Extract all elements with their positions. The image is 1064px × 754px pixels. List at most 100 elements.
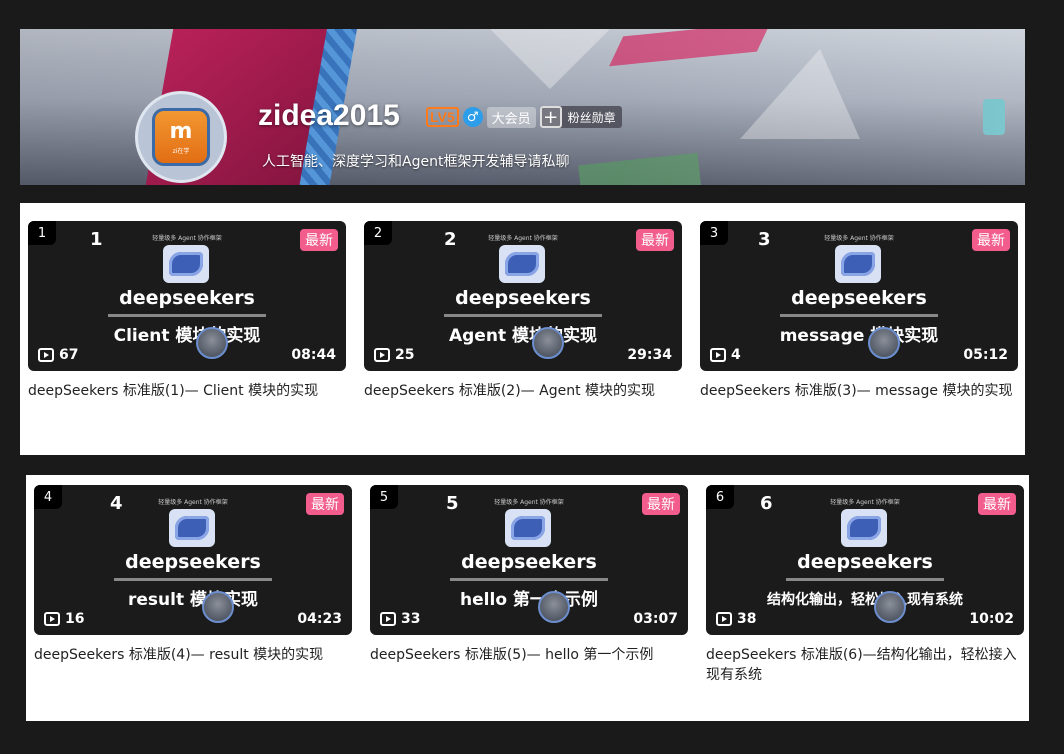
- thumb-caption: 轻量级多 Agent 协作框架: [824, 235, 894, 242]
- thumb-divider: [450, 578, 608, 581]
- video-title[interactable]: deepSeekers 标准版(2)— Agent 模块的实现: [364, 381, 682, 401]
- video-card[interactable]: 6 6 轻量级多 Agent 协作框架 最新 deepseekers 结构化输出…: [706, 485, 1024, 685]
- thumb-brand: deepseekers: [125, 551, 261, 573]
- new-badge: 最新: [306, 493, 344, 515]
- thumb-caption: 轻量级多 Agent 协作框架: [830, 499, 900, 506]
- avatar-caption: zi在学: [172, 147, 190, 155]
- video-duration: 29:34: [627, 347, 672, 363]
- video-thumbnail[interactable]: 4 4 轻量级多 Agent 协作框架 最新 deepseekers resul…: [34, 485, 352, 635]
- thumb-subtitle: message 模块实现: [779, 326, 939, 346]
- play-icon: [710, 348, 726, 362]
- video-duration: 10:02: [969, 611, 1014, 627]
- play-count-value: 38: [737, 611, 757, 627]
- thumb-caption: 轻量级多 Agent 协作框架: [494, 499, 564, 506]
- video-row-1: 1 1 轻量级多 Agent 协作框架 最新 deepseekers Clien…: [20, 203, 1025, 455]
- video-duration: 05:12: [963, 347, 1008, 363]
- thumb-caption: 轻量级多 Agent 协作框架: [488, 235, 558, 242]
- video-thumbnail[interactable]: 3 3 轻量级多 Agent 协作框架 最新 deepseekers messa…: [700, 221, 1018, 371]
- male-icon: ♂: [462, 107, 483, 127]
- play-icon: [374, 348, 390, 362]
- thumb-subtitle: 结构化输出，轻松接入现有系统: [767, 592, 963, 608]
- play-icon: [38, 348, 54, 362]
- thumb-subtitle: hello 第一个示例: [460, 590, 598, 610]
- user-signature: 人工智能、深度学习和Agent框架开发辅导请私聊: [262, 154, 570, 170]
- avatar-logo: m zi在学: [152, 108, 210, 166]
- thumb-divider: [780, 314, 938, 317]
- play-icon: [44, 612, 60, 626]
- deepseekers-logo-icon: [499, 245, 545, 283]
- video-title[interactable]: deepSeekers 标准版(1)— Client 模块的实现: [28, 381, 346, 401]
- play-count-value: 25: [395, 347, 415, 363]
- play-count-value: 33: [401, 611, 421, 627]
- play-count-value: 16: [65, 611, 85, 627]
- thumb-subtitle: result 模块实现: [127, 590, 258, 610]
- thumb-divider: [114, 578, 272, 581]
- new-badge: 最新: [642, 493, 680, 515]
- thumb-divider: [108, 314, 266, 317]
- plus-icon: +: [539, 106, 562, 128]
- presenter-avatar: [868, 327, 900, 359]
- thumb-divider: [786, 578, 944, 581]
- video-title[interactable]: deepSeekers 标准版(4)— result 模块的实现: [34, 645, 352, 665]
- video-title[interactable]: deepSeekers 标准版(5)— hello 第一个示例: [370, 645, 688, 665]
- video-title[interactable]: deepSeekers 标准版(3)— message 模块的实现: [700, 381, 1018, 401]
- play-icon: [380, 612, 396, 626]
- play-count: 33: [380, 611, 420, 627]
- new-badge: 最新: [300, 229, 338, 251]
- play-count: 67: [38, 347, 78, 363]
- avatar-glyph: m: [169, 118, 193, 144]
- deepseekers-logo-icon: [835, 245, 881, 283]
- video-row-2: 4 4 轻量级多 Agent 协作框架 最新 deepseekers resul…: [26, 475, 1029, 721]
- deepseekers-logo-icon: [505, 509, 551, 547]
- thumb-brand: deepseekers: [791, 287, 927, 309]
- fans-medal-label: 粉丝勋章: [567, 110, 616, 125]
- presenter-avatar: [538, 591, 570, 623]
- video-card[interactable]: 4 4 轻量级多 Agent 协作框架 最新 deepseekers resul…: [34, 485, 352, 665]
- thumb-brand: deepseekers: [119, 287, 255, 309]
- play-icon: [716, 612, 732, 626]
- play-count: 4: [710, 347, 741, 363]
- play-count: 38: [716, 611, 756, 627]
- video-card[interactable]: 2 2 轻量级多 Agent 协作框架 最新 deepseekers Agent…: [364, 221, 682, 401]
- video-duration: 03:07: [633, 611, 678, 627]
- video-duration: 04:23: [297, 611, 342, 627]
- level-badge[interactable]: LV5: [426, 107, 459, 127]
- username[interactable]: zidea2015: [258, 99, 400, 133]
- presenter-avatar: [196, 327, 228, 359]
- thumb-brand: deepseekers: [461, 551, 597, 573]
- video-card[interactable]: 1 1 轻量级多 Agent 协作框架 最新 deepseekers Clien…: [28, 221, 346, 401]
- profile-banner: m zi在学 zidea2015 LV5 ♂ 大会员 + 粉丝勋章 人工智能、深…: [20, 29, 1025, 185]
- presenter-avatar: [874, 591, 906, 623]
- thumb-brand: deepseekers: [455, 287, 591, 309]
- video-thumbnail[interactable]: 6 6 轻量级多 Agent 协作框架 最新 deepseekers 结构化输出…: [706, 485, 1024, 635]
- thumb-subtitle: Agent 模块的实现: [448, 326, 597, 346]
- deepseekers-logo-icon: [163, 245, 209, 283]
- new-badge: 最新: [978, 493, 1016, 515]
- video-card[interactable]: 5 5 轻量级多 Agent 协作框架 最新 deepseekers hello…: [370, 485, 688, 665]
- presenter-avatar: [532, 327, 564, 359]
- play-count: 25: [374, 347, 414, 363]
- play-count: 16: [44, 611, 84, 627]
- vip-badge[interactable]: 大会员: [486, 106, 536, 128]
- presenter-avatar: [202, 591, 234, 623]
- video-thumbnail[interactable]: 1 1 轻量级多 Agent 协作框架 最新 deepseekers Clien…: [28, 221, 346, 371]
- avatar[interactable]: m zi在学: [135, 91, 227, 183]
- video-title[interactable]: deepSeekers 标准版(6)—结构化输出，轻松接入现有系统: [706, 645, 1024, 685]
- thumb-caption: 轻量级多 Agent 协作框架: [152, 235, 222, 242]
- new-badge: 最新: [636, 229, 674, 251]
- new-badge: 最新: [972, 229, 1010, 251]
- video-duration: 08:44: [291, 347, 336, 363]
- play-count-value: 67: [59, 347, 79, 363]
- thumb-divider: [444, 314, 602, 317]
- video-thumbnail[interactable]: 2 2 轻量级多 Agent 协作框架 最新 deepseekers Agent…: [364, 221, 682, 371]
- user-badges: LV5 ♂ 大会员 + 粉丝勋章: [426, 106, 622, 128]
- thumb-subtitle: Client 模块的实现: [113, 326, 261, 346]
- thumb-brand: deepseekers: [797, 551, 933, 573]
- deepseekers-logo-icon: [841, 509, 887, 547]
- deepseekers-logo-icon: [169, 509, 215, 547]
- fans-medal-button[interactable]: + 粉丝勋章: [539, 106, 622, 128]
- play-count-value: 4: [731, 347, 741, 363]
- thumb-caption: 轻量级多 Agent 协作框架: [158, 499, 228, 506]
- video-thumbnail[interactable]: 5 5 轻量级多 Agent 协作框架 最新 deepseekers hello…: [370, 485, 688, 635]
- video-card[interactable]: 3 3 轻量级多 Agent 协作框架 最新 deepseekers messa…: [700, 221, 1018, 401]
